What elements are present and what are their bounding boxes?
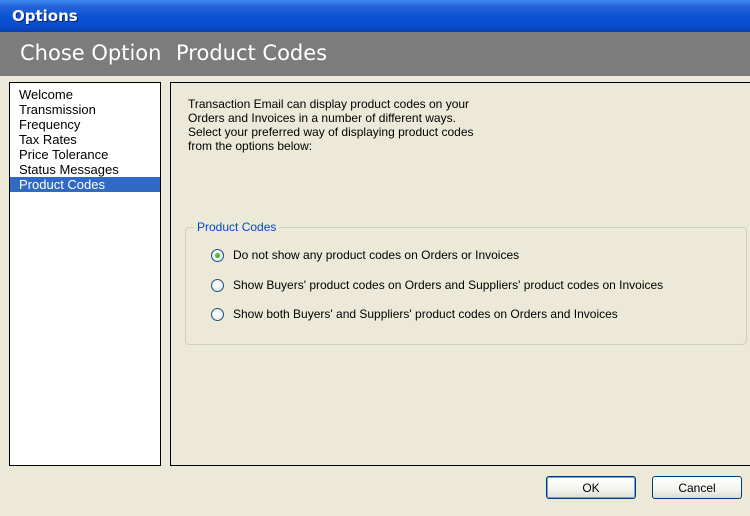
intro-line: Transaction Email can display product co… [188, 97, 470, 111]
intro-line: Select your preferred way of displaying … [188, 125, 474, 139]
options-nav-list[interactable]: Welcome Transmission Frequency Tax Rates… [9, 82, 161, 466]
option-buyers-suppliers[interactable]: Show Buyers' product codes on Orders and… [211, 278, 663, 292]
nav-item-welcome[interactable]: Welcome [10, 87, 160, 102]
nav-item-transmission[interactable]: Transmission [10, 102, 160, 117]
radio-icon-checked[interactable] [211, 248, 224, 262]
cancel-button[interactable]: Cancel [652, 476, 742, 499]
nav-item-status-messages[interactable]: Status Messages [10, 162, 160, 177]
nav-item-tax-rates[interactable]: Tax Rates [10, 132, 160, 147]
option-both-codes[interactable]: Show both Buyers' and Suppliers' product… [211, 307, 618, 321]
product-codes-groupbox: Product Codes Do not show any product co… [185, 220, 747, 345]
page-header: Chose Option Product Codes [0, 32, 750, 76]
nav-item-product-codes[interactable]: Product Codes [10, 177, 160, 192]
intro-text: Transaction Email can display product co… [188, 97, 548, 153]
option-label: Do not show any product codes on Orders … [233, 248, 520, 262]
ok-button[interactable]: OK [546, 476, 636, 499]
nav-item-price-tolerance[interactable]: Price Tolerance [10, 147, 160, 162]
radio-icon[interactable] [211, 307, 224, 321]
content-panel: Transaction Email can display product co… [170, 82, 750, 466]
header-page-title: Product Codes [176, 41, 328, 65]
intro-line: Orders and Invoices in a number of diffe… [188, 111, 456, 125]
nav-item-frequency[interactable]: Frequency [10, 117, 160, 132]
groupbox-label: Product Codes [194, 220, 280, 234]
radio-icon[interactable] [211, 278, 224, 292]
header-section-label: Chose Option [20, 41, 162, 65]
option-label: Show both Buyers' and Suppliers' product… [233, 307, 618, 321]
option-label: Show Buyers' product codes on Orders and… [233, 278, 664, 292]
option-no-codes[interactable]: Do not show any product codes on Orders … [211, 248, 519, 262]
title-bar[interactable]: Options [0, 0, 750, 32]
intro-line: from the options below: [188, 139, 313, 153]
window-title: Options [12, 7, 78, 25]
